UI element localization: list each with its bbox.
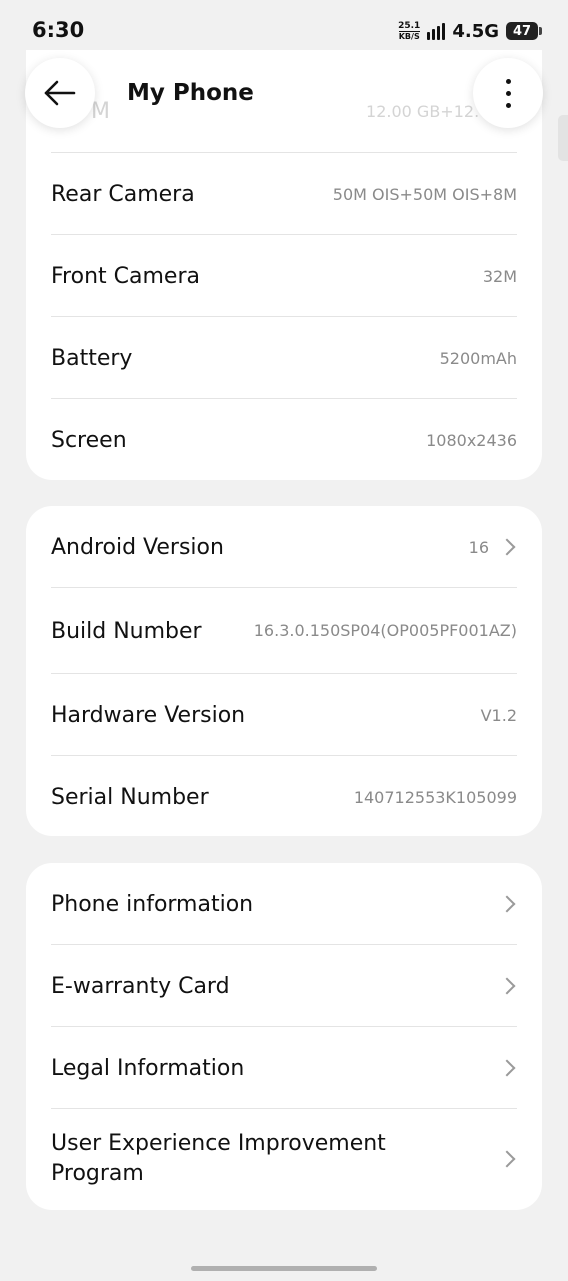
user-experience-program-row[interactable]: User Experience Improvement Program — [51, 1109, 517, 1209]
spec-value-front-camera: 32M — [482, 266, 517, 286]
android-version-value: 16 — [468, 537, 489, 557]
e-warranty-card-row[interactable]: E-warranty Card — [51, 945, 517, 1027]
android-version-row[interactable]: Android Version 16 — [51, 506, 517, 588]
spec-label-rear-camera: Rear Camera — [51, 181, 195, 207]
network-type: 4.5G — [452, 20, 499, 42]
chevron-right-icon — [498, 1150, 516, 1168]
software-card: Android Version 16 Build Number 16.3.0.1… — [26, 506, 542, 836]
spec-label-screen: Screen — [51, 427, 127, 453]
hardware-version-value: V1.2 — [480, 705, 517, 725]
information-card: Phone information E-warranty Card Legal … — [26, 863, 542, 1210]
network-speed: 25.1 KB/S — [398, 21, 420, 42]
status-icons: 25.1 KB/S 4.5G 47 — [398, 16, 542, 46]
spec-label-partial: M — [91, 99, 110, 124]
serial-number-label: Serial Number — [51, 784, 209, 810]
build-number-row: Build Number 16.3.0.150SP04(OP005PF001AZ… — [51, 588, 517, 674]
battery-icon: 47 — [506, 22, 542, 40]
spec-row-ram: M 12.00 GB+12.00 G — [51, 70, 517, 153]
spec-row-battery: Battery 5200mAh — [51, 317, 517, 399]
signal-icon — [427, 22, 446, 40]
legal-information-label: Legal Information — [51, 1055, 245, 1081]
spec-value-battery: 5200mAh — [439, 348, 517, 368]
build-number-label: Build Number — [51, 618, 202, 644]
android-version-right: 16 — [469, 538, 517, 557]
my-phone-screen: 6:30 25.1 KB/S 4.5G 47 M 12.00 GB+12.00 … — [0, 0, 568, 1281]
battery-level: 47 — [512, 23, 532, 39]
spec-value-rear-camera: 50M OIS+50M OIS+8M — [332, 184, 517, 204]
build-number-value: 16.3.0.150SP04(OP005PF001AZ) — [253, 621, 517, 640]
hardware-version-row: Hardware Version V1.2 — [51, 674, 517, 756]
spec-row-screen: Screen 1080x2436 — [51, 399, 517, 481]
chevron-right-icon — [498, 538, 516, 556]
e-warranty-card-label: E-warranty Card — [51, 973, 230, 999]
more-options-button[interactable] — [473, 58, 543, 128]
scrollbar[interactable] — [558, 115, 568, 161]
spec-row-rear-camera: Rear Camera 50M OIS+50M OIS+8M — [51, 153, 517, 235]
status-time: 6:30 — [32, 18, 85, 42]
spec-label-front-camera: Front Camera — [51, 263, 200, 289]
arrow-left-icon — [44, 80, 76, 106]
chevron-right-icon — [498, 977, 516, 995]
legal-information-row[interactable]: Legal Information — [51, 1027, 517, 1109]
hardware-version-label: Hardware Version — [51, 702, 246, 728]
serial-number-value: 140712553K105099 — [353, 787, 517, 807]
user-experience-program-label: User Experience Improvement Program — [51, 1131, 386, 1186]
spec-value-screen: 1080x2436 — [426, 430, 517, 450]
serial-number-row: Serial Number 140712553K105099 — [51, 756, 517, 838]
hardware-specs-card: M 12.00 GB+12.00 G Rear Camera 50M OIS+5… — [26, 50, 542, 480]
chevron-right-icon — [498, 1059, 516, 1077]
spec-row-front-camera: Front Camera 32M — [51, 235, 517, 317]
network-speed-value: 25.1 — [398, 20, 421, 31]
chevron-right-icon — [498, 895, 516, 913]
android-version-label: Android Version — [51, 534, 224, 560]
back-button[interactable] — [25, 58, 95, 128]
page-title: My Phone — [127, 80, 254, 106]
home-indicator[interactable] — [191, 1266, 377, 1271]
spec-label-battery: Battery — [51, 345, 133, 371]
network-speed-unit: KB/S — [398, 30, 420, 41]
phone-information-label: Phone information — [51, 891, 254, 917]
more-vertical-icon — [505, 78, 511, 108]
phone-information-row[interactable]: Phone information — [51, 863, 517, 945]
